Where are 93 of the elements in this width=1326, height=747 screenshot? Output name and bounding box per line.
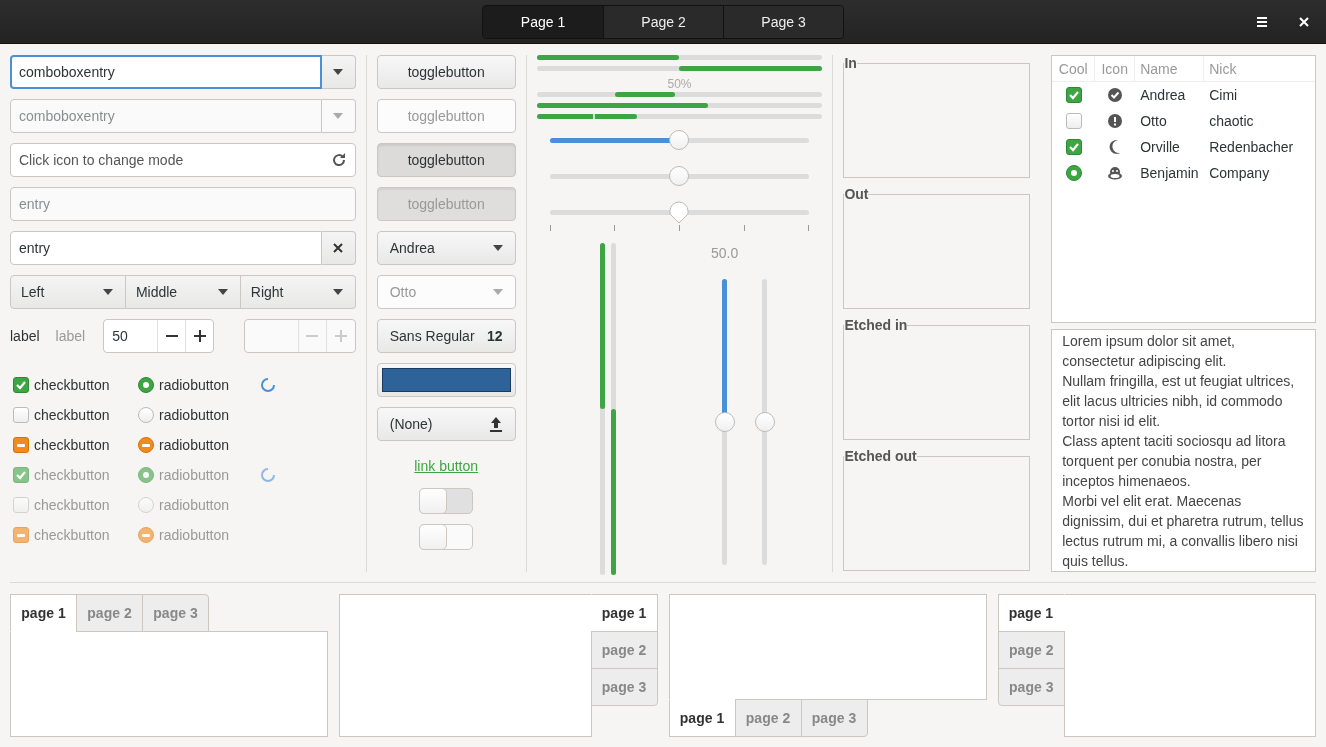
dropdown-button[interactable]: Left [10,275,126,309]
label-text: label [55,328,86,344]
caret-icon [492,245,503,251]
close-icon [333,243,344,253]
upload-icon [488,416,503,432]
text-view[interactable] [1051,329,1316,572]
paragraph: Morbi vel elit erat. Maecenas dignissim, dui et pharetra rutrum, tellus lectus rutrum mi, a convallis libero nisi quis tellus. [1062,492,1305,571]
close-icon [1299,17,1309,27]
slider-handle[interactable] [754,412,775,432]
moon-icon [1109,140,1122,154]
radio-label: radiobutton [159,407,230,423]
dropdown-button[interactable]: Andrea [376,231,516,265]
table-cell-text: Orville [1139,139,1181,155]
dropdown-button[interactable] [321,55,356,89]
scale-mark [614,225,616,231]
scale-mark [743,225,745,231]
caret-icon [333,113,344,119]
monkey-icon [1107,166,1124,180]
scale-mark [679,225,680,231]
paragraph: Lorem ipsum dolor sit amet, consectetur adipiscing elit. [1062,332,1236,371]
table-cell-text: Benjamin [1139,165,1200,181]
table-cell-text: Andrea [1139,87,1187,103]
spin-button[interactable]: 50 [103,319,215,353]
notebook-tab[interactable]: page 1 [590,594,658,632]
checkbox[interactable] [1065,113,1082,129]
font-button[interactable]: Sans Regular 12 [376,319,516,353]
caret-icon [333,69,344,75]
check-circle-icon [1108,88,1123,102]
scale-mark [808,225,810,231]
radio-button[interactable] [1065,165,1082,181]
table-cell-text: Cimi [1208,87,1239,103]
search-mode-field[interactable]: Click icon to change mode [10,143,356,177]
radio-label: radiobutton [159,527,230,543]
page-tab[interactable]: Page 3 [723,5,843,38]
radio-button[interactable] [138,377,154,393]
checkbox-label: checkbutton [34,497,110,513]
checkbox-label: checkbutton [34,407,110,423]
paragraph: Nullam fringilla, est ut feugiat ultrices, elit lacus ultricies nibh, id commodo tortor nisi id elit. [1062,372,1296,431]
toggle-button[interactable]: togglebutton [376,55,516,89]
table-cell-text: chaotic [1208,113,1255,129]
refresh-icon[interactable] [330,152,347,168]
checkbox-label: checkbutton [34,377,110,393]
plus-icon [193,330,206,342]
paragraph: Class aptent taciti sociosqu ad litora torquent per conubia nostra, per inceptos himenaeos. [1062,432,1287,491]
page-tab[interactable]: Page 1 [483,5,603,38]
checkbox[interactable] [1065,87,1082,103]
slider-handle[interactable] [669,166,690,186]
checkbox[interactable] [13,437,29,453]
slider-value: 50.0 [711,245,739,263]
notebook-tab[interactable]: page 1 [668,699,736,737]
notebook-tab[interactable]: page 1 [10,594,77,632]
radio-label: radiobutton [159,437,230,453]
table-cell-text: Redenbacher [1208,139,1295,155]
toggle-button[interactable]: togglebutton [376,143,516,177]
radio-label: radiobutton [159,467,230,483]
table-cell-text: Company [1208,165,1271,181]
caret-icon [492,289,503,295]
menu-icon [1256,16,1268,28]
table-cell-text: Otto [1139,113,1168,129]
page-tab[interactable]: Page 2 [603,5,723,38]
progress-text: 50% [666,77,693,91]
label-text: label [10,328,40,344]
file-button[interactable]: (None) [376,407,516,441]
caret-icon [217,289,228,295]
checkbox[interactable] [13,407,29,423]
combo-entry-field[interactable]: comboboxentry [10,55,322,89]
checkbox-label: checkbutton [34,467,110,483]
entry-field[interactable]: entry [10,231,322,265]
caret-icon [102,289,113,295]
warning-icon [1108,114,1123,128]
dropdown-button[interactable]: Middle [125,275,241,309]
frame-label: Etched out [844,448,917,464]
frame-label: In [844,55,857,71]
frame-label: Etched in [844,317,908,333]
slider-handle[interactable] [669,130,690,150]
toggle-switch[interactable] [419,488,474,514]
checkbox[interactable] [13,377,29,393]
caret-icon [332,289,343,295]
slider-handle[interactable] [669,201,690,225]
radio-button[interactable] [138,407,154,423]
slider-handle[interactable] [714,412,735,432]
frame-label: Out [844,186,869,202]
notebook-tab[interactable]: page 1 [997,594,1065,632]
dropdown-button[interactable]: Right [240,275,356,309]
scale-mark [549,225,551,231]
checkbox[interactable] [1065,139,1082,155]
plus-icon [334,330,347,342]
checkbox-label: checkbutton [34,527,110,543]
checkbox-label: checkbutton [34,437,110,453]
radio-label: radiobutton [159,497,230,513]
radio-button[interactable] [138,437,154,453]
clear-button[interactable] [321,231,356,265]
radio-label: radiobutton [159,377,230,393]
